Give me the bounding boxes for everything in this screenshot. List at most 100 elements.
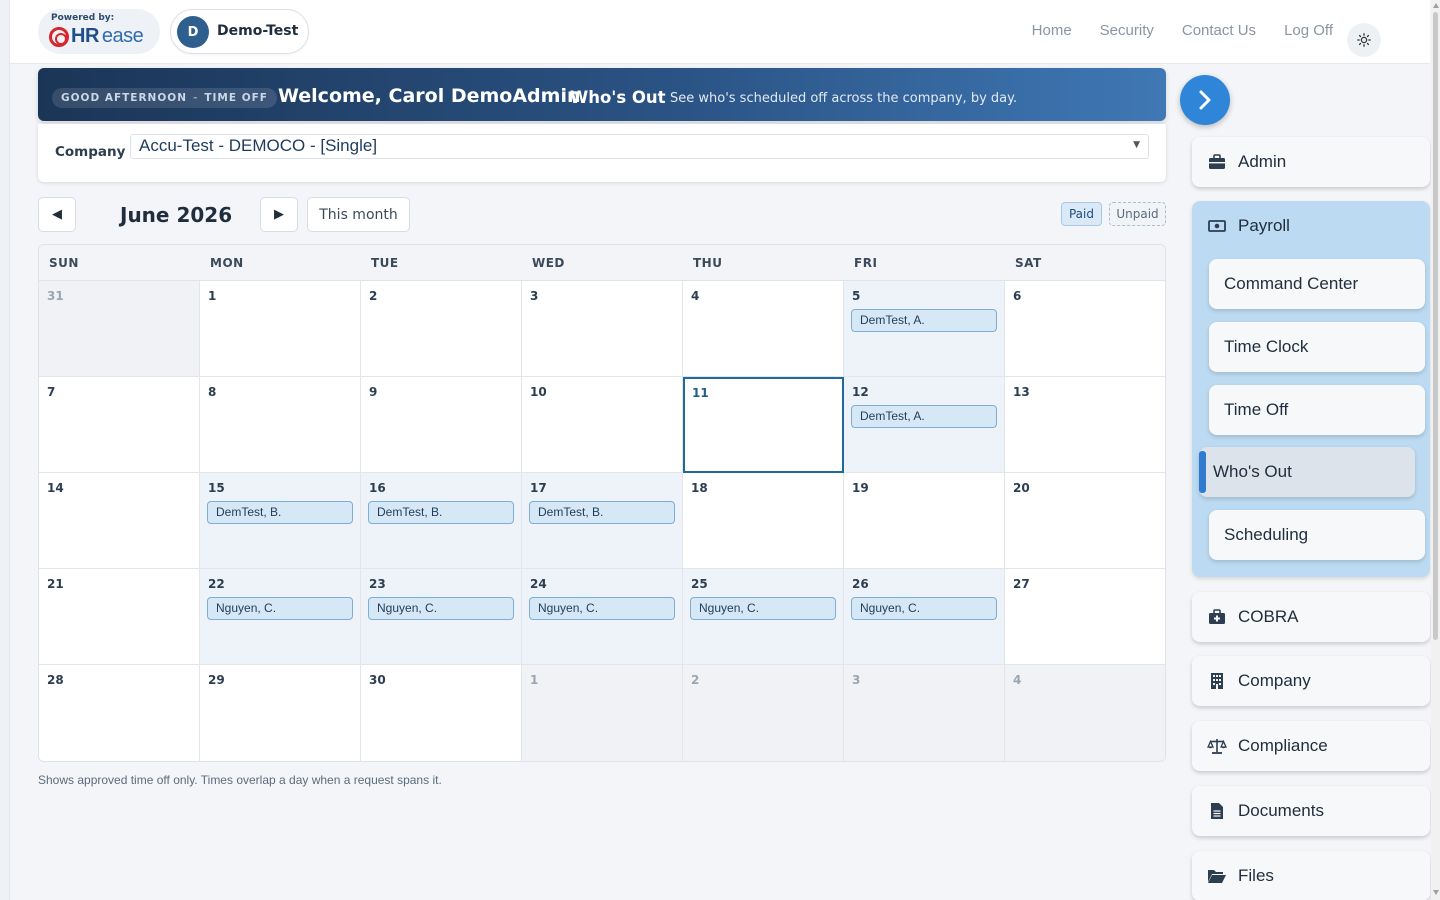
calendar-day[interactable]: 22 Nguyen, C. [200, 569, 361, 665]
calendar-day[interactable]: 24 Nguyen, C. [522, 569, 683, 665]
calendar-day[interactable]: 31 [39, 281, 200, 377]
nav-home-link[interactable]: Home [1032, 22, 1072, 39]
calendar-day[interactable]: 27 [1005, 569, 1165, 665]
nav-contact-us-link[interactable]: Contact Us [1182, 22, 1256, 39]
sidebar-item-payroll[interactable]: Payroll [1207, 216, 1290, 236]
calendar-day[interactable]: 28 [39, 665, 200, 761]
theme-toggle-button[interactable] [1347, 23, 1381, 57]
time-off-event[interactable]: DemTest, A. [851, 405, 997, 428]
page-scrollbar[interactable] [1431, 0, 1440, 900]
prev-month-button[interactable]: ◀ [38, 197, 76, 232]
day-number: 30 [369, 673, 386, 687]
scroll-down-arrow-icon[interactable] [1433, 890, 1439, 895]
company-panel: Company Accu-Test - DEMOCO - [Single] ▼ [38, 124, 1166, 182]
day-number: 13 [1013, 385, 1030, 399]
top-bar: Powered by: HR ease D Demo-Test Home Sec… [10, 0, 1430, 64]
this-month-button[interactable]: This month [307, 197, 410, 232]
scrollbar-thumb[interactable] [1433, 12, 1438, 640]
sun-icon [1357, 33, 1371, 47]
tenant-switcher[interactable]: D Demo-Test [170, 9, 309, 54]
next-month-button[interactable]: ▶ [260, 197, 298, 232]
scroll-up-arrow-icon[interactable] [1433, 3, 1439, 8]
calendar-day[interactable]: 17 DemTest, B. [522, 473, 683, 569]
time-off-event[interactable]: Nguyen, C. [690, 597, 836, 620]
day-number: 29 [208, 673, 225, 687]
sidebar-item-files[interactable]: Files [1192, 851, 1430, 900]
calendar-weekday-header: SUN MON TUE WED THU FRI SAT [39, 245, 1165, 281]
day-number: 17 [530, 481, 547, 495]
nav-security-link[interactable]: Security [1100, 22, 1154, 39]
sidebar-item-compliance[interactable]: Compliance [1192, 721, 1430, 771]
time-off-event[interactable]: Nguyen, C. [207, 597, 353, 620]
calendar-day[interactable]: 2 [361, 281, 522, 377]
calendar-day-today[interactable]: 11 [683, 377, 844, 473]
sidebar-subitem-time-clock[interactable]: Time Clock [1209, 322, 1425, 372]
chevron-right-icon [1199, 90, 1211, 110]
calendar-day[interactable]: 29 [200, 665, 361, 761]
calendar-day[interactable]: 3 [844, 665, 1005, 761]
calendar-day[interactable]: 6 [1005, 281, 1165, 377]
welcome-message: Welcome, Carol DemoAdmin [278, 85, 581, 107]
sidebar-toggle-button[interactable] [1180, 75, 1230, 125]
day-number: 22 [208, 577, 225, 591]
sidebar-subitem-scheduling[interactable]: Scheduling [1209, 510, 1425, 560]
calendar-day[interactable]: 20 [1005, 473, 1165, 569]
calendar-day[interactable]: 10 [522, 377, 683, 473]
day-number: 5 [852, 289, 861, 303]
calendar-day[interactable]: 5 DemTest, A. [844, 281, 1005, 377]
calendar-day[interactable]: 4 [683, 281, 844, 377]
calendar-day[interactable]: 13 [1005, 377, 1165, 473]
calendar-day[interactable]: 23 Nguyen, C. [361, 569, 522, 665]
time-off-event[interactable]: Nguyen, C. [851, 597, 997, 620]
calendar-day[interactable]: 2 [683, 665, 844, 761]
weekday-header: SUN [49, 256, 79, 270]
day-number: 16 [369, 481, 386, 495]
sidebar-subitem-time-off[interactable]: Time Off [1209, 385, 1425, 435]
chevron-right-icon: ▶ [274, 207, 284, 222]
sidebar-item-documents[interactable]: Documents [1192, 786, 1430, 836]
hrease-logo-icon [49, 26, 69, 47]
sidebar-item-cobra[interactable]: COBRA [1192, 592, 1430, 642]
sidebar-subitem-whos-out[interactable]: Who's Out [1199, 447, 1415, 497]
calendar-day[interactable]: 25 Nguyen, C. [683, 569, 844, 665]
time-off-event[interactable]: DemTest, B. [529, 501, 675, 524]
powered-by-badge[interactable]: Powered by: HR ease [38, 9, 160, 54]
page-description: See who's scheduled off across the compa… [670, 91, 1018, 106]
time-off-event[interactable]: DemTest, B. [207, 501, 353, 524]
company-label: Company [55, 144, 126, 160]
calendar-day[interactable]: 12 DemTest, A. [844, 377, 1005, 473]
sidebar-item-admin[interactable]: Admin [1192, 137, 1430, 187]
calendar-day[interactable]: 21 [39, 569, 200, 665]
medical-kit-icon [1207, 608, 1227, 626]
calendar-day[interactable]: 9 [361, 377, 522, 473]
day-number: 20 [1013, 481, 1030, 495]
calendar-day[interactable]: 19 [844, 473, 1005, 569]
day-number: 3 [530, 289, 539, 303]
time-off-event[interactable]: DemTest, B. [368, 501, 514, 524]
time-off-event[interactable]: Nguyen, C. [529, 597, 675, 620]
time-off-event[interactable]: DemTest, A. [851, 309, 997, 332]
calendar-day[interactable]: 16 DemTest, B. [361, 473, 522, 569]
calendar-day[interactable]: 30 [361, 665, 522, 761]
calendar-day[interactable]: 26 Nguyen, C. [844, 569, 1005, 665]
calendar-day[interactable]: 1 [522, 665, 683, 761]
calendar-day[interactable]: 7 [39, 377, 200, 473]
calendar-day[interactable]: 18 [683, 473, 844, 569]
day-number: 10 [530, 385, 547, 399]
hrease-logo: HR ease [49, 25, 144, 48]
calendar-day[interactable]: 3 [522, 281, 683, 377]
calendar-day[interactable]: 4 [1005, 665, 1165, 761]
calendar-day[interactable]: 1 [200, 281, 361, 377]
weekday-header: FRI [854, 256, 878, 270]
sidebar-item-label: Compliance [1238, 736, 1328, 755]
nav-log-off-link[interactable]: Log Off [1284, 22, 1333, 39]
sidebar-subitem-command-center[interactable]: Command Center [1209, 259, 1425, 309]
page-title: Who's Out [570, 88, 666, 107]
time-off-event[interactable]: Nguyen, C. [368, 597, 514, 620]
calendar-day[interactable]: 14 [39, 473, 200, 569]
sidebar-item-company[interactable]: Company [1192, 656, 1430, 706]
calendar-day[interactable]: 8 [200, 377, 361, 473]
section-text: TIME OFF [204, 92, 268, 104]
company-select[interactable]: Accu-Test - DEMOCO - [Single] ▼ [130, 134, 1149, 159]
calendar-day[interactable]: 15 DemTest, B. [200, 473, 361, 569]
